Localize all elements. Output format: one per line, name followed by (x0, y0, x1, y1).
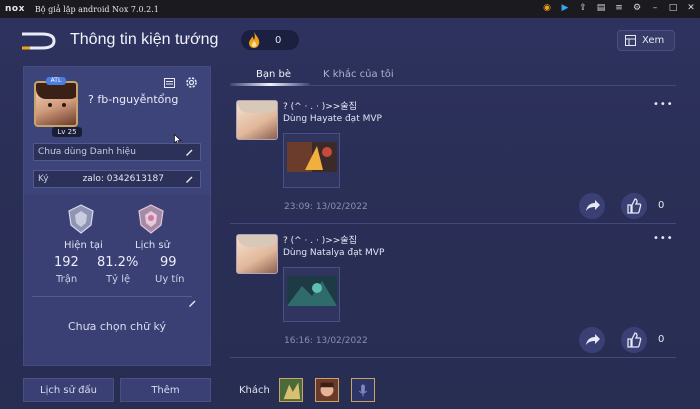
grid-icon (625, 35, 636, 46)
view-button-label: Xem (642, 35, 665, 46)
post-thumbnail[interactable] (283, 133, 340, 188)
matches-value: 192 (54, 255, 79, 270)
avatar-image (34, 81, 78, 127)
back-button[interactable] (20, 32, 56, 50)
tab-friends[interactable]: Bạn bè (256, 69, 291, 80)
menu-icon[interactable]: ≡ (614, 3, 624, 13)
active-tab-indicator (230, 83, 310, 86)
post-text: Dùng Hayate đạt MVP (283, 114, 382, 124)
signature-field-label: Ký (38, 174, 49, 184)
like-count: 0 (658, 334, 665, 345)
avatar[interactable]: ATL Lv 25 (30, 77, 82, 137)
message-icon[interactable]: ▤ (596, 3, 606, 13)
post-thumbnail[interactable] (283, 267, 340, 322)
more-options-button[interactable]: ••• (653, 99, 674, 110)
post-author[interactable]: ? (^ · . · )>>술집 (283, 99, 357, 112)
history-rank-label: Lịch sử (135, 240, 170, 251)
post-author[interactable]: ? (^ · . · )>>술집 (283, 233, 357, 246)
profile-panel: ATL Lv 25 ? fb-nguyễntổng Chưa dùng Danh… (23, 66, 211, 366)
post-time: 16:16: 13/02/2022 (284, 336, 368, 346)
settings-icon[interactable]: ⚙ (632, 3, 642, 13)
current-rank-label: Hiện tại (64, 240, 103, 251)
player-name-text: fb-nguyễntổng (97, 93, 179, 106)
more-button[interactable]: Thêm (120, 378, 211, 402)
guest-avatar[interactable] (351, 378, 375, 402)
gear-icon[interactable] (185, 76, 198, 89)
maximize-icon[interactable]: □ (668, 3, 678, 13)
share-button[interactable] (579, 327, 605, 353)
mvp-screenshot-image (287, 142, 337, 172)
prestige-label: Uy tín (155, 274, 185, 285)
like-button[interactable] (621, 193, 647, 219)
match-history-button[interactable]: Lịch sử đấu (23, 378, 114, 402)
edit-icon[interactable] (184, 147, 194, 157)
window-title: Bộ giả lập android Nox 7.0.2.1 (34, 4, 159, 14)
edit-icon[interactable] (184, 174, 194, 184)
history-rank-medal-icon[interactable] (134, 203, 168, 235)
share-icon[interactable]: ⇪ (578, 3, 588, 13)
post-time: 23:09: 13/02/2022 (284, 202, 368, 212)
signature-text[interactable]: Chưa chọn chữ ký (24, 320, 210, 333)
flame-icon (249, 32, 260, 48)
guests-label: Khách (239, 385, 270, 396)
coin-value: 0 (275, 34, 282, 46)
feed-post: ? (^ · . · )>>술집 Dùng Hayate đạt MVP •••… (230, 96, 676, 224)
profile-card: ATL Lv 25 ? fb-nguyễntổng Chưa dùng Danh… (24, 67, 210, 195)
more-options-button[interactable]: ••• (653, 233, 674, 244)
tab-my-moments[interactable]: K khắc của tôi (323, 69, 394, 80)
prestige-value: 99 (160, 255, 177, 270)
close-icon[interactable]: ✕ (686, 3, 696, 13)
coin-counter: 0 (241, 30, 299, 50)
feed-tabs: Bạn bè K khắc của tôi (230, 66, 676, 86)
share-button[interactable] (579, 193, 605, 219)
mvp-screenshot-image (287, 276, 337, 306)
nox-logo: nox (5, 4, 25, 14)
current-rank-medal-icon[interactable] (64, 203, 98, 235)
win-rate-label: Tỷ lệ (106, 274, 131, 285)
page-title: Thông tin kiện tướng (70, 31, 219, 48)
edit-signature-icon[interactable] (187, 298, 197, 308)
title-field-text: Chưa dùng Danh hiệu (38, 147, 136, 157)
guest-avatar[interactable] (279, 378, 303, 402)
compass-icon[interactable]: ◉ (542, 3, 552, 13)
post-divider (230, 357, 676, 358)
title-field[interactable]: Chưa dùng Danh hiệu (33, 143, 201, 161)
like-button[interactable] (621, 327, 647, 353)
like-count: 0 (658, 200, 665, 211)
post-avatar[interactable] (236, 234, 278, 274)
titlebar-icons: ◉ ▶ ⇪ ▤ ≡ ⚙ – □ ✕ (542, 3, 696, 13)
divider (32, 296, 192, 297)
unknown-char: ? (88, 93, 94, 106)
emulator-titlebar: nox Bộ giả lập android Nox 7.0.2.1 ◉ ▶ ⇪… (0, 0, 700, 18)
post-divider (230, 223, 676, 224)
post-text: Dùng Natalya đạt MVP (283, 248, 385, 258)
play-icon[interactable]: ▶ (560, 3, 570, 13)
view-button[interactable]: Xem (617, 30, 675, 51)
win-rate-value: 81.2% (97, 255, 139, 270)
card-icon[interactable] (164, 78, 175, 88)
guest-avatar[interactable] (315, 378, 339, 402)
player-name: ? fb-nguyễntổng (88, 93, 178, 106)
feed-post: ? (^ · . · )>>술집 Dùng Natalya đạt MVP ••… (230, 230, 676, 358)
level-tag: Lv 25 (52, 127, 82, 137)
signature-field-value: zalo: 0342613187 (82, 174, 164, 184)
rank-badge: ATL (46, 77, 66, 85)
page-header: Thông tin kiện tướng 0 Xem (0, 18, 700, 64)
signature-field[interactable]: Ký zalo: 0342613187 (33, 170, 201, 188)
minimize-icon[interactable]: – (650, 3, 660, 13)
matches-label: Trận (56, 274, 78, 285)
post-avatar[interactable] (236, 100, 278, 140)
stats-section: Hiện tại Lịch sử 192 81.2% 99 Trận Tỷ lệ… (24, 197, 210, 365)
